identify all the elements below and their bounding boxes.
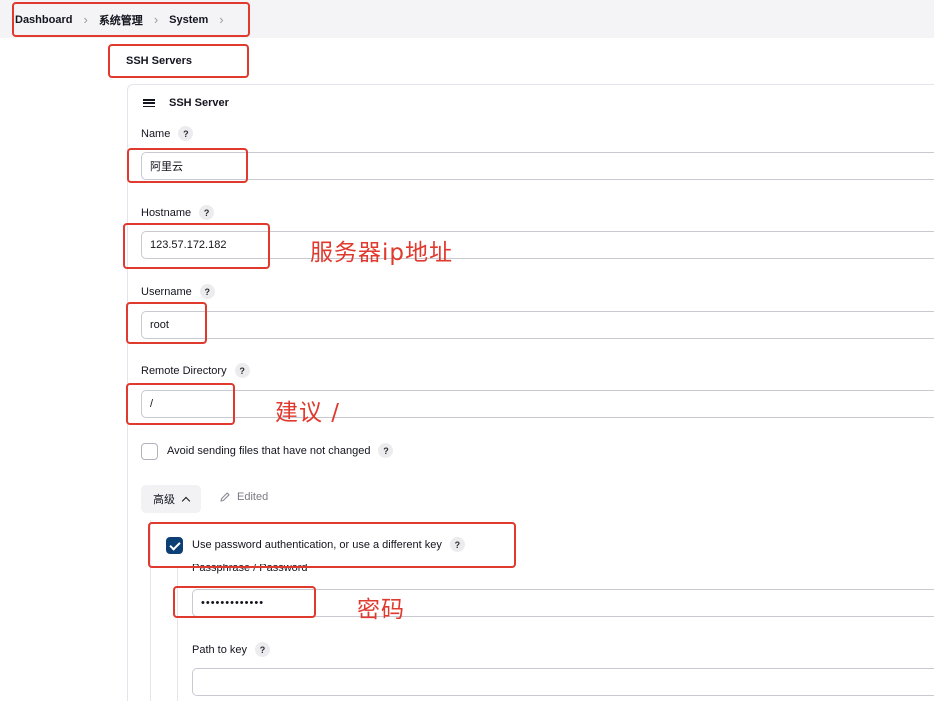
- annotation-note-remote-directory: 建议 /: [275, 400, 341, 426]
- use-password-checkbox[interactable]: [166, 537, 183, 554]
- name-input[interactable]: 阿里云: [141, 152, 934, 180]
- breadcrumb-system[interactable]: System: [169, 14, 208, 26]
- help-icon[interactable]: ?: [378, 443, 394, 458]
- avoid-sending-checkbox[interactable]: [141, 443, 158, 460]
- help-icon[interactable]: ?: [255, 642, 271, 657]
- path-to-key-input[interactable]: [192, 668, 934, 696]
- help-icon[interactable]: ?: [449, 537, 465, 552]
- edited-indicator: Edited: [219, 491, 268, 503]
- path-to-key-label: Path to key ?: [192, 642, 271, 657]
- help-icon[interactable]: ?: [178, 126, 194, 141]
- annotation-note-password: 密码: [357, 597, 405, 623]
- annotation-note-hostname: 服务器ip地址: [310, 240, 453, 266]
- use-password-label: Use password authentication, or use a di…: [192, 537, 465, 552]
- breadcrumb-dashboard[interactable]: Dashboard: [15, 14, 72, 26]
- help-icon[interactable]: ?: [199, 205, 215, 220]
- chevron-right-icon[interactable]: ›: [219, 13, 223, 26]
- remote-directory-label: Remote Directory ?: [141, 363, 250, 378]
- username-label: Username ?: [141, 284, 215, 299]
- avoid-sending-label: Avoid sending files that have not change…: [167, 443, 394, 458]
- hostname-label: Hostname ?: [141, 205, 215, 220]
- name-label: Name ?: [141, 126, 194, 141]
- chevron-up-icon: [181, 496, 191, 505]
- advanced-toggle-button[interactable]: 高级: [141, 485, 201, 513]
- chevron-right-icon: ›: [153, 12, 159, 27]
- pencil-icon: [220, 492, 230, 502]
- help-icon[interactable]: ?: [234, 363, 250, 378]
- advanced-section-border: [150, 520, 151, 701]
- username-input[interactable]: root: [141, 311, 934, 339]
- breadcrumb-system-management[interactable]: 系统管理: [99, 12, 143, 28]
- chevron-right-icon: ›: [83, 12, 88, 27]
- card-title: SSH Server: [169, 97, 229, 109]
- passphrase-input[interactable]: •••••••••••••: [192, 589, 934, 617]
- password-section-border: [177, 568, 178, 701]
- section-title: SSH Servers: [126, 55, 193, 67]
- remote-directory-input[interactable]: /: [141, 390, 934, 418]
- card-header: SSH Server: [143, 97, 229, 109]
- hostname-input[interactable]: 123.57.172.182: [141, 231, 934, 259]
- passphrase-label: Passphrase / Password: [192, 564, 308, 574]
- breadcrumb: Dashboard › 系统管理 › System ›: [15, 12, 235, 28]
- help-icon[interactable]: ?: [199, 284, 215, 299]
- drag-handle-icon[interactable]: [143, 99, 155, 107]
